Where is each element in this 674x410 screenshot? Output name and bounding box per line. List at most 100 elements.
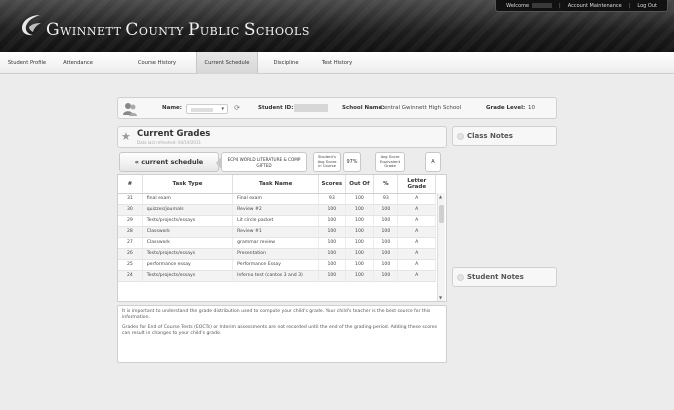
site-title[interactable]: Gwinnett County Public Schools bbox=[46, 20, 310, 40]
col-header-task-type[interactable]: Task Type bbox=[142, 175, 234, 194]
cell-score: 100 bbox=[318, 270, 346, 282]
col-header-percent[interactable]: % bbox=[373, 175, 399, 194]
tab-attendance[interactable]: Attendance bbox=[56, 52, 100, 74]
cell-percent: 93 bbox=[373, 193, 399, 205]
logo-swoosh-icon bbox=[22, 15, 41, 36]
cell-letter-grade: A bbox=[397, 237, 436, 249]
name-label: Name: bbox=[162, 105, 182, 111]
cell-task-type: Classwork bbox=[142, 237, 234, 249]
cell-task-name: Presentation bbox=[232, 248, 320, 260]
col-header-out-of[interactable]: Out Of bbox=[345, 175, 375, 194]
note-paragraph: It is important to understand the grade … bbox=[122, 309, 431, 320]
table-row[interactable]: 29 Tests/projects/essays Lit circle packet… bbox=[118, 215, 436, 227]
cell-score: 100 bbox=[318, 259, 346, 271]
cell-letter-grade: A bbox=[397, 226, 436, 238]
col-header-task-name[interactable]: Task Name bbox=[232, 175, 320, 194]
cell-score: 93 bbox=[318, 193, 346, 205]
table-row[interactable]: 28 Classwork Review #1 100 100 100 A bbox=[118, 226, 436, 238]
equivalent-grade-label-line: Grade bbox=[384, 163, 396, 169]
table-row[interactable]: 24 Tests/projects/essays Inferno test (can… bbox=[118, 270, 436, 282]
back-to-schedule-button[interactable]: « current schedule bbox=[119, 152, 219, 172]
username-redacted bbox=[532, 2, 553, 8]
tab-current-schedule[interactable]: Current Schedule bbox=[196, 52, 258, 74]
student-info-bar: Name: ▾ ⟳ Student ID: School Name: Centr… bbox=[117, 97, 557, 119]
equivalent-grade-value: A bbox=[425, 152, 441, 172]
class-notes-title: Class Notes bbox=[467, 132, 513, 140]
table-row[interactable]: 31 final exam Final exam 93 100 93 A bbox=[118, 193, 436, 205]
bullet-icon bbox=[457, 133, 464, 140]
equivalent-grade-label: Avg Score Equivalent Grade bbox=[375, 152, 405, 172]
cell-number: 27 bbox=[118, 237, 143, 249]
logout-link[interactable]: Log Out bbox=[631, 3, 663, 9]
cell-score: 100 bbox=[318, 248, 346, 260]
title-letter: C bbox=[125, 20, 139, 40]
grades-table-body: 31 final exam Final exam 93 100 93 A 30 quizzes/… bbox=[118, 193, 436, 282]
students-avatar-icon bbox=[123, 103, 137, 116]
bullet-icon bbox=[457, 274, 464, 281]
table-row[interactable]: 25 performance essay Performance Essay 100 1… bbox=[118, 259, 436, 271]
course-summary-strip: « current schedule ECP4 WORLD LITERATURE… bbox=[117, 152, 447, 172]
grades-table-container: # Task Type Task Name Scores Out Of % Le… bbox=[117, 174, 447, 302]
current-grades-header: ★ Current Grades Data last refreshed: 04… bbox=[117, 126, 447, 148]
cell-task-name: grammar review bbox=[232, 237, 320, 249]
cell-out-of: 100 bbox=[345, 215, 375, 227]
cell-number: 30 bbox=[118, 204, 143, 216]
table-row[interactable]: 30 quizzes/journals Review #2 100 100 100 A bbox=[118, 204, 436, 216]
table-scrollbar[interactable]: ▲ ▼ bbox=[437, 193, 445, 301]
student-name-select[interactable]: ▾ bbox=[186, 104, 228, 114]
school-name-value: Central Gwinnett High School bbox=[380, 105, 462, 111]
avg-score-label-line: in Course bbox=[318, 163, 336, 169]
cell-out-of: 100 bbox=[345, 226, 375, 238]
student-notes-panel[interactable]: Student Notes bbox=[452, 267, 557, 287]
avg-score-value: 97% bbox=[343, 152, 361, 172]
cell-out-of: 100 bbox=[345, 237, 375, 249]
title-word: chools bbox=[255, 25, 310, 38]
star-icon: ★ bbox=[121, 130, 131, 143]
cell-task-type: Tests/projects/essays bbox=[142, 215, 234, 227]
welcome-text: Welcome bbox=[500, 2, 558, 9]
scroll-down-icon[interactable]: ▼ bbox=[439, 295, 442, 300]
cell-percent: 100 bbox=[373, 204, 399, 216]
course-name-line2: GIFTED bbox=[256, 162, 272, 168]
avg-score-label: Student's Avg Score in Course bbox=[313, 152, 341, 172]
cell-task-type: final exam bbox=[142, 193, 234, 205]
student-name-redacted bbox=[191, 108, 213, 112]
col-header-scores[interactable]: Scores bbox=[318, 175, 346, 194]
account-maintenance-link[interactable]: Account Maintenance bbox=[562, 3, 628, 9]
cell-number: 29 bbox=[118, 215, 143, 227]
cell-task-name: Lit circle packet bbox=[232, 215, 320, 227]
cell-out-of: 100 bbox=[345, 259, 375, 271]
cell-letter-grade: A bbox=[397, 204, 436, 216]
school-name-label: School Name: bbox=[342, 105, 385, 111]
title-letter: S bbox=[243, 20, 256, 40]
cell-letter-grade: A bbox=[397, 215, 436, 227]
refresh-icon[interactable]: ⟳ bbox=[232, 103, 242, 113]
cell-out-of: 100 bbox=[345, 204, 375, 216]
cell-letter-grade: A bbox=[397, 259, 436, 271]
current-grades-title: Current Grades bbox=[137, 129, 211, 139]
scrollbar-thumb[interactable] bbox=[439, 205, 444, 223]
cell-percent: 100 bbox=[373, 259, 399, 271]
tab-course-history[interactable]: Course History bbox=[130, 52, 184, 74]
cell-letter-grade: A bbox=[397, 270, 436, 282]
cell-percent: 100 bbox=[373, 215, 399, 227]
table-row[interactable]: 27 Classwork grammar review 100 100 100 A bbox=[118, 237, 436, 249]
cell-number: 24 bbox=[118, 270, 143, 282]
tab-discipline[interactable]: Discipline bbox=[266, 52, 306, 74]
cell-task-name: Review #1 bbox=[232, 226, 320, 238]
site-header: Gwinnett County Public Schools Welcome |… bbox=[0, 0, 674, 52]
class-notes-panel[interactable]: Class Notes bbox=[452, 126, 557, 146]
main-nav: Student Profile Attendance Course Histor… bbox=[0, 52, 674, 74]
title-word: ounty bbox=[138, 25, 188, 38]
cell-percent: 100 bbox=[373, 237, 399, 249]
col-header-letter-grade[interactable]: Letter Grade bbox=[397, 175, 436, 194]
col-header-number[interactable]: # bbox=[118, 175, 143, 194]
title-word: winnett bbox=[60, 25, 126, 38]
table-row[interactable]: 26 Tests/projects/essays Presentation 100 10… bbox=[118, 248, 436, 260]
tab-student-profile[interactable]: Student Profile bbox=[2, 52, 52, 74]
scroll-up-icon[interactable]: ▲ bbox=[439, 194, 442, 199]
data-refreshed-text: Data last refreshed: 04/19/2011 bbox=[137, 140, 202, 145]
student-notes-title: Student Notes bbox=[467, 273, 524, 281]
tab-test-history[interactable]: Test History bbox=[314, 52, 360, 74]
cell-number: 25 bbox=[118, 259, 143, 271]
